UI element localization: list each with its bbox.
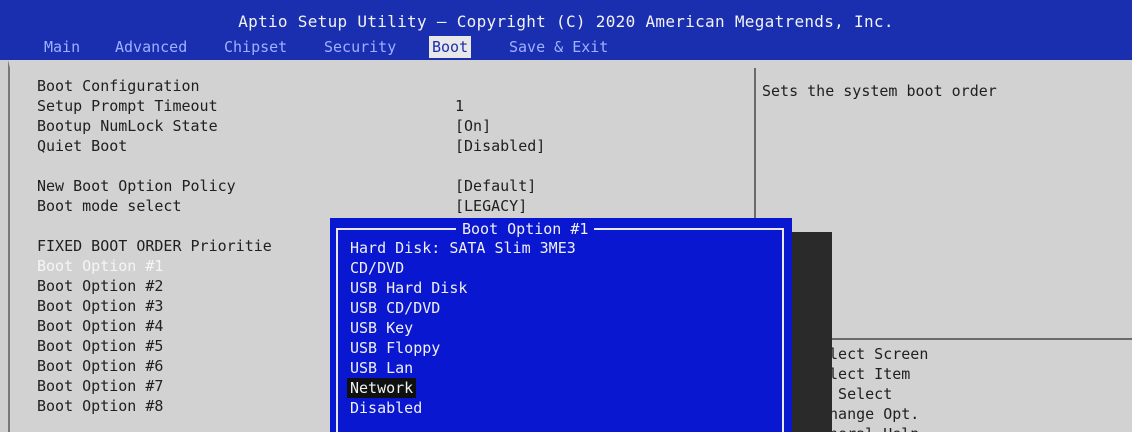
boot-option-4[interactable]: Boot Option #4 — [37, 316, 163, 336]
popup-option-usb-floppy[interactable]: USB Floppy — [347, 338, 443, 358]
bootup-numlock-label[interactable]: Bootup NumLock State — [37, 116, 218, 136]
boot-option-5[interactable]: Boot Option #5 — [37, 336, 163, 356]
key-hint-select-screen: elect Screen — [820, 345, 929, 363]
setup-prompt-timeout-label[interactable]: Setup Prompt Timeout — [37, 96, 218, 116]
popup-option-hard-disk[interactable]: Hard Disk: SATA Slim 3ME3 — [347, 238, 579, 258]
menu-chipset[interactable]: Chipset — [224, 36, 287, 58]
boot-option-7[interactable]: Boot Option #7 — [37, 376, 163, 396]
setup-prompt-timeout-value[interactable]: 1 — [455, 96, 464, 116]
menu-save-exit[interactable]: Save & Exit — [509, 36, 608, 58]
help-separator — [800, 338, 1132, 340]
section-fixed-boot-order: FIXED BOOT ORDER Prioritie — [37, 237, 272, 255]
popup-option-usb-lan[interactable]: USB Lan — [347, 358, 416, 378]
menu-advanced[interactable]: Advanced — [115, 36, 187, 58]
help-text: Sets the system boot order — [762, 82, 997, 100]
boot-mode-select-value[interactable]: [LEGACY] — [455, 196, 527, 216]
header-bar: Aptio Setup Utility – Copyright (C) 2020… — [0, 0, 1132, 60]
boot-option-2[interactable]: Boot Option #2 — [37, 276, 163, 296]
boot-option-popup: Boot Option #1 Hard Disk: SATA Slim 3ME3… — [330, 218, 792, 432]
boot-option-1[interactable]: Boot Option #1 — [37, 256, 163, 276]
key-hint-general-help: eneral Help — [820, 424, 919, 432]
new-boot-option-policy-value[interactable]: [Default] — [455, 176, 536, 196]
boot-option-3[interactable]: Boot Option #3 — [37, 296, 163, 316]
quiet-boot-label[interactable]: Quiet Boot — [37, 136, 127, 156]
menu-main[interactable]: Main — [44, 36, 80, 58]
popup-option-disabled[interactable]: Disabled — [347, 398, 425, 418]
popup-option-usb-hard-disk[interactable]: USB Hard Disk — [347, 278, 470, 298]
section-boot-configuration: Boot Configuration — [37, 77, 200, 95]
menu-security[interactable]: Security — [324, 36, 396, 58]
popup-option-cd-dvd[interactable]: CD/DVD — [347, 258, 407, 278]
popup-option-usb-cd-dvd[interactable]: USB CD/DVD — [347, 298, 443, 318]
key-hint-change-opt: Change Opt. — [820, 405, 920, 423]
boot-option-8[interactable]: Boot Option #8 — [37, 396, 163, 416]
new-boot-option-policy-label[interactable]: New Boot Option Policy — [37, 176, 236, 196]
app-title: Aptio Setup Utility – Copyright (C) 2020… — [238, 12, 894, 31]
popup-title: Boot Option #1 — [456, 219, 595, 239]
menu-boot[interactable]: Boot — [429, 36, 472, 58]
boot-mode-select-label[interactable]: Boot mode select — [37, 196, 182, 216]
popup-option-network[interactable]: Network — [347, 378, 417, 398]
bios-screen: Aptio Setup Utility – Copyright (C) 2020… — [0, 0, 1132, 432]
bootup-numlock-value[interactable]: [On] — [455, 116, 491, 136]
quiet-boot-value[interactable]: [Disabled] — [455, 136, 545, 156]
key-hint-select-item: elect Item — [820, 365, 911, 383]
boot-option-6[interactable]: Boot Option #6 — [37, 356, 163, 376]
popup-option-usb-key[interactable]: USB Key — [347, 318, 416, 338]
